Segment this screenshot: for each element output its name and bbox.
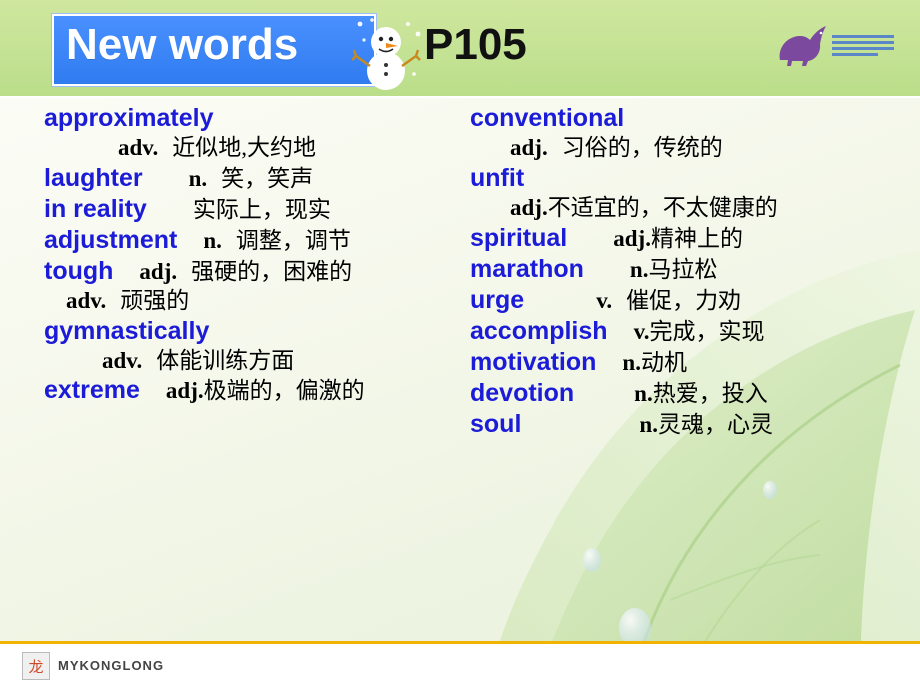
word-entry-gymnastically: gymnastically: [44, 317, 474, 345]
chinese-meaning: 强硬的，困难的: [191, 258, 353, 284]
part-of-speech: adj.: [139, 258, 178, 284]
chinese-meaning: 热爱，投入: [652, 380, 768, 406]
chinese-meaning: 不适宜的，不太健康的: [547, 194, 778, 220]
part-of-speech: adj.: [510, 194, 548, 220]
dino-text-lines-decoration: [832, 35, 894, 56]
chinese-meaning: 灵魂，心灵: [657, 411, 773, 437]
part-of-speech: n.: [622, 349, 641, 375]
word-term: marathon: [470, 254, 584, 283]
part-of-speech: adv.: [118, 135, 159, 160]
chinese-meaning: 体能训练方面: [156, 347, 295, 373]
word-entry-marathon: marathon n.马拉松: [470, 255, 910, 283]
chinese-meaning: 动机: [640, 349, 687, 375]
part-of-speech: adj.: [510, 135, 548, 160]
chinese-meaning: 近似地,大约地: [172, 135, 317, 160]
chinese-meaning: 极端的，偏激的: [203, 378, 365, 404]
word-term: in reality: [44, 194, 147, 223]
part-of-speech: adj.: [165, 378, 204, 404]
word-column-right: conventional adj. 习俗的，传统的 unfit adj.不适宜的，…: [470, 104, 910, 441]
word-entry-motivation: motivation n.动机: [470, 348, 910, 376]
brand-logo-icon: 龙: [22, 652, 50, 680]
chinese-meaning: 催促，力劝: [626, 287, 742, 313]
word-entry-accomplish: accomplish v.完成，实现: [470, 317, 910, 345]
page-reference: P105: [424, 20, 527, 69]
word-entry-soul: soul n.灵魂，心灵: [470, 410, 910, 438]
chinese-meaning: 精神上的: [650, 225, 743, 251]
chinese-meaning: 顽强的: [120, 287, 190, 313]
part-of-speech: n.: [639, 411, 658, 437]
word-column-left: approximately adv. 近似地,大约地 laughter n. 笑，笑声…: [44, 104, 474, 407]
snowman-icon: [352, 18, 421, 90]
word-entry-tough: tough adj. 强硬的，困难的: [44, 257, 474, 285]
word-entry-conventional: conventional: [470, 104, 910, 132]
word-term: urge: [470, 285, 525, 314]
word-term: extreme: [44, 376, 140, 405]
part-of-speech: v.: [596, 287, 613, 313]
word-definition-conventional: adj. 习俗的，传统的: [470, 135, 910, 161]
word-entry-laughter: laughter n. 笑，笑声: [44, 164, 474, 192]
chinese-meaning: 完成，实现: [649, 318, 765, 344]
word-term: conventional: [470, 104, 625, 132]
chinese-meaning: 笑，笑声: [221, 165, 314, 191]
word-definition-gymnastically: adv. 体能训练方面: [44, 348, 474, 374]
part-of-speech: n.: [629, 256, 649, 282]
part-of-speech: n.: [634, 380, 653, 406]
footer-band: 龙 MYKONGLONG: [0, 641, 920, 690]
word-term: devotion: [470, 378, 575, 407]
word-definition-tough-secondary: adv. 顽强的: [44, 288, 474, 314]
word-entry-urge: urge v. 催促，力劝: [470, 286, 910, 314]
part-of-speech: n.: [203, 227, 222, 253]
word-entry-devotion: devotion n.热爱，投入: [470, 379, 910, 407]
word-term: approximately: [44, 104, 214, 132]
part-of-speech: v.: [633, 318, 650, 344]
word-term: accomplish: [470, 316, 608, 345]
part-of-speech: adv.: [102, 347, 143, 373]
chinese-meaning: 调整，调节: [235, 227, 351, 253]
word-term: unfit: [470, 163, 525, 192]
word-term: motivation: [470, 347, 597, 376]
word-entry-extreme: extreme adj.极端的，偏激的: [44, 376, 474, 404]
word-entry-approximately: approximately: [44, 104, 474, 132]
word-term: gymnastically: [44, 316, 210, 345]
word-definition-unfit: adj.不适宜的，不太健康的: [470, 195, 910, 221]
word-entry-adjustment: adjustment n. 调整，调节: [44, 226, 474, 254]
page-title: New words: [66, 20, 299, 69]
word-term: adjustment: [44, 225, 178, 254]
word-entry-in-reality: in reality 实际上，现实: [44, 195, 474, 223]
chinese-meaning: 马拉松: [648, 256, 718, 282]
word-definition-approximately: adv. 近似地,大约地: [44, 135, 474, 161]
word-term: laughter: [44, 163, 143, 192]
word-term: spiritual: [470, 223, 568, 252]
part-of-speech: n.: [188, 165, 208, 191]
word-entry-unfit: unfit: [470, 164, 910, 192]
dinosaur-icon: [779, 26, 826, 66]
chinese-meaning: 习俗的，传统的: [561, 135, 723, 160]
part-of-speech: adv.: [66, 287, 107, 313]
word-entry-spiritual: spiritual adj.精神上的: [470, 224, 910, 252]
word-term: tough: [44, 256, 114, 285]
word-list: approximately adv. 近似地,大约地 laughter n. 笑，笑声…: [0, 104, 920, 624]
part-of-speech: adj.: [613, 225, 651, 251]
brand-name: MYKONGLONG: [58, 658, 165, 673]
word-term: soul: [470, 409, 522, 438]
slide: New words P105 approximately adv. 近似地,大约…: [0, 0, 920, 690]
chinese-meaning: 实际上，现实: [192, 196, 331, 222]
